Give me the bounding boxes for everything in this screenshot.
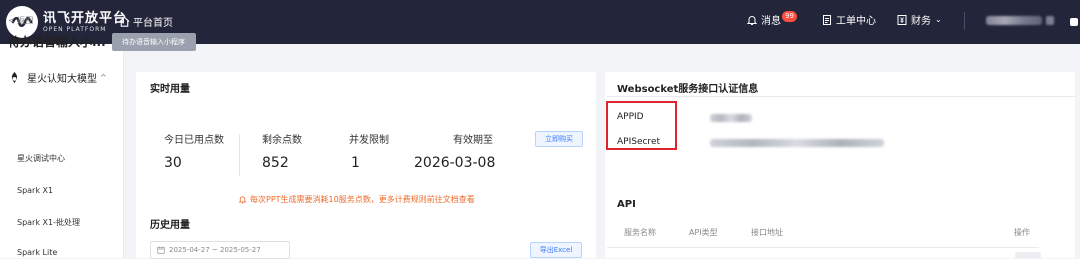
stat-divider	[239, 134, 240, 176]
sidebar-group-label: 星火认知大模型	[27, 74, 97, 85]
stat-label-remaining: 剩余点数	[262, 135, 302, 146]
usage-card	[136, 72, 596, 258]
api-section-title: API	[617, 199, 636, 210]
stat-label-used-today: 今日已用点数	[164, 135, 224, 146]
spark-model-icon	[11, 71, 18, 84]
bell-warning-icon	[238, 196, 247, 204]
sidebar-item-spark-lite[interactable]: Spark Lite	[17, 248, 57, 257]
api-table-divider	[607, 247, 1039, 248]
api-column-api-type: API类型	[689, 228, 718, 237]
sidebar-item-spark-x1-batch[interactable]: Spark X1-批处理	[17, 217, 80, 228]
billing-notice-text[interactable]: 每次PPT生成需要消耗10服务点数，更多计费规则前往文档查看	[250, 194, 475, 205]
stat-label-expiry: 有效期至	[453, 135, 493, 146]
finance-menu[interactable]: 财务 ⌄	[896, 12, 942, 27]
back-link[interactable]: < 返回	[8, 15, 33, 26]
finance-icon	[897, 14, 907, 25]
home-link[interactable]: 平台首页	[118, 14, 173, 29]
export-excel-button[interactable]: 导出Excel	[530, 242, 582, 258]
document-icon	[823, 14, 831, 25]
history-usage-title: 历史用量	[150, 220, 190, 231]
realtime-usage-title: 实时用量	[150, 84, 190, 95]
buy-now-button[interactable]: 立即购买	[535, 131, 583, 147]
bell-icon	[746, 15, 758, 25]
api-action-cell[interactable]	[1015, 252, 1041, 258]
user-avatar-redacted[interactable]	[1046, 16, 1054, 25]
finance-label: 财务	[911, 16, 931, 27]
stat-label-concurrency: 并发限制	[349, 135, 389, 146]
date-range-value: 2025-04-27 ~ 2025-05-27	[169, 246, 261, 254]
date-range-picker[interactable]: 2025-04-27 ~ 2025-05-27	[150, 241, 290, 259]
ticket-center-label: 工单中心	[836, 16, 876, 27]
stat-value-used-today: 30	[164, 155, 182, 171]
home-icon	[119, 16, 130, 27]
app-title: 待办语音输入小...	[8, 35, 106, 49]
nav-divider	[964, 12, 965, 30]
apisecret-value-redacted[interactable]	[710, 139, 884, 147]
app-title-tooltip: 待办语音输入小程序	[112, 33, 196, 51]
stat-value-expiry: 2026-03-08	[414, 155, 496, 171]
window-edge-icon	[1070, 18, 1078, 26]
messages-badge: 99	[782, 11, 797, 22]
user-account-redacted[interactable]	[986, 16, 1042, 25]
api-column-endpoint: 接口地址	[751, 228, 783, 237]
auth-divider	[607, 96, 1075, 97]
home-link-label: 平台首页	[133, 18, 173, 29]
auth-card	[605, 72, 1075, 258]
billing-notice: 每次PPT生成需要消耗10服务点数，更多计费规则前往文档查看	[238, 194, 475, 205]
chevron-up-icon: ^	[100, 73, 107, 82]
messages-label: 消息	[761, 16, 781, 27]
appid-label: APPID	[617, 112, 644, 122]
messages-button[interactable]: 消息 99	[746, 11, 797, 27]
stat-value-concurrency: 1	[351, 155, 360, 171]
calendar-icon	[157, 246, 165, 254]
chevron-down-icon: ⌄	[935, 15, 942, 24]
stat-value-remaining: 852	[262, 155, 289, 171]
logo-title: 讯飞开放平台	[43, 10, 128, 26]
websocket-auth-title: Websocket服务接口认证信息	[617, 84, 759, 95]
ticket-center-button[interactable]: 工单中心	[821, 12, 876, 27]
apisecret-label: APISecret	[617, 137, 661, 147]
sidebar-group-spark[interactable]: 星火认知大模型 ^	[8, 70, 107, 85]
api-column-service-name: 服务名称	[624, 228, 656, 237]
sidebar-item-debug-center[interactable]: 星火调试中心	[17, 153, 65, 164]
content-background-right	[600, 44, 1080, 72]
appid-value-redacted[interactable]	[710, 114, 752, 122]
sidebar-item-spark-x1[interactable]: Spark X1	[17, 186, 53, 195]
api-column-actions: 操作	[1014, 228, 1030, 237]
